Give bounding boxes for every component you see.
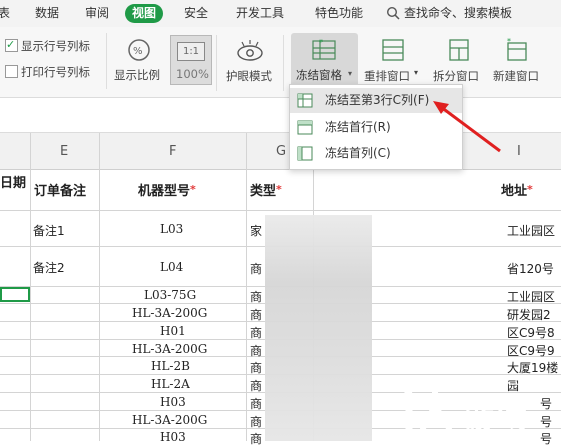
freeze-column-icon: [297, 146, 313, 161]
cell-model[interactable]: L03: [160, 222, 183, 236]
arrange-dropdown-caret-icon[interactable]: ▾: [414, 68, 418, 77]
freeze-panes-icon: *: [312, 38, 336, 60]
column-i-header[interactable]: I: [517, 144, 521, 159]
svg-text:*: *: [507, 38, 511, 46]
cell-type[interactable]: 商: [250, 288, 262, 305]
freeze-label: 冻结窗格: [296, 68, 342, 82]
annotation-arrow-icon: [433, 101, 501, 153]
cell-address[interactable]: 研发园2: [507, 306, 551, 323]
cell-type[interactable]: 商: [250, 430, 262, 447]
print-header-checkbox[interactable]: 打印行号列标: [5, 64, 90, 80]
column-g-header[interactable]: G: [276, 144, 286, 159]
grid-line: [0, 210, 561, 211]
checkbox-checked-icon[interactable]: [5, 37, 18, 53]
view-toolbar: 显示行号列标 打印行号列标 % 显示比例: [0, 27, 561, 98]
tab-review[interactable]: 审阅: [85, 4, 109, 23]
required-mark: *: [190, 183, 196, 196]
site-watermark: xiayx.com 游戏: [395, 370, 561, 441]
required-mark: *: [527, 183, 533, 196]
eye-protection-icon[interactable]: [236, 38, 264, 64]
tab-view[interactable]: 视图: [125, 4, 164, 23]
cell-type[interactable]: 商: [250, 260, 262, 277]
blurred-region: [265, 215, 372, 441]
svg-text:%: %: [133, 46, 143, 57]
toolbar-divider: [106, 33, 107, 89]
cell-model[interactable]: H01: [160, 324, 186, 338]
active-cell-selection[interactable]: [0, 287, 30, 302]
cell-model[interactable]: HL-2A: [151, 377, 190, 391]
cell-address[interactable]: 工业园区: [507, 222, 555, 239]
header-type[interactable]: 类型*: [250, 180, 282, 199]
watermark-site: xiayx.com: [479, 374, 541, 388]
tab-partial[interactable]: 表: [0, 4, 10, 23]
required-mark: *: [276, 183, 282, 196]
cell-model[interactable]: HL-3A-200G: [132, 413, 207, 427]
cell-type[interactable]: 商: [250, 342, 262, 359]
freeze-row-icon: [297, 120, 313, 135]
cell-model[interactable]: H03: [160, 395, 186, 409]
tab-security[interactable]: 安全: [184, 4, 208, 23]
header-date[interactable]: 日期: [0, 172, 26, 191]
cell-address[interactable]: 省120号: [507, 260, 554, 277]
cell-type[interactable]: 商: [250, 413, 262, 430]
new-window-icon[interactable]: *: [505, 38, 529, 62]
search-icon[interactable]: [386, 6, 400, 20]
cell-address[interactable]: 区C9号9: [507, 342, 555, 359]
cell-type[interactable]: 商: [250, 377, 262, 394]
new-window-label[interactable]: 新建窗口: [493, 68, 539, 84]
one-to-one-icon: 1:1: [177, 42, 205, 61]
cell-note[interactable]: 备注1: [33, 222, 65, 239]
dropdown-caret-icon: ▾: [348, 69, 353, 78]
cell-type[interactable]: 商: [250, 395, 262, 412]
show-zoom-label[interactable]: 显示比例: [114, 67, 160, 83]
eye-mode-label[interactable]: 护眼模式: [226, 68, 272, 84]
tab-data[interactable]: 数据: [35, 4, 59, 23]
cell-type[interactable]: 商: [250, 306, 262, 323]
toolbar-divider: [283, 35, 284, 91]
tab-developer[interactable]: 开发工具: [236, 4, 284, 23]
cell-model[interactable]: HL-2B: [151, 359, 190, 373]
cell-model[interactable]: L04: [160, 260, 183, 274]
arrange-window-label[interactable]: 重排窗口: [364, 68, 410, 84]
grid-line: [99, 133, 100, 441]
toolbar-divider: [216, 35, 217, 91]
cell-model[interactable]: H03: [160, 430, 186, 444]
split-window-icon[interactable]: [447, 38, 471, 62]
watermark-logo-icon: [399, 376, 452, 434]
cell-address[interactable]: 区C9号8: [507, 324, 555, 341]
cell-model[interactable]: HL-3A-200G: [132, 306, 207, 320]
cell-note[interactable]: 备注2: [33, 259, 65, 276]
command-search[interactable]: 查找命令、搜索模板: [404, 4, 512, 23]
grid-line: [246, 133, 247, 441]
cell-address[interactable]: 工业园区: [507, 288, 555, 305]
cell-model[interactable]: HL-3A-200G: [132, 342, 207, 356]
watermark-brand: 游戏: [465, 400, 529, 435]
svg-text:*: *: [319, 38, 323, 47]
cell-model[interactable]: L03-75G: [144, 288, 196, 302]
zoom-100-button[interactable]: 1:1 100%: [170, 35, 212, 85]
arrange-windows-icon[interactable]: [381, 38, 405, 62]
cell-type[interactable]: 商: [250, 324, 262, 341]
column-f-header[interactable]: F: [169, 144, 176, 159]
freeze-cell-icon: [297, 93, 313, 108]
zoom-ratio-icon[interactable]: %: [127, 38, 151, 62]
header-model[interactable]: 机器型号*: [138, 180, 196, 199]
cell-type[interactable]: 家: [250, 222, 262, 239]
grid-line: [30, 133, 31, 441]
tab-special[interactable]: 特色功能: [315, 4, 363, 23]
column-e-header[interactable]: E: [60, 144, 68, 159]
freeze-panes-button[interactable]: * 冻结窗格 ▾: [291, 33, 358, 87]
header-order-note[interactable]: 订单备注: [34, 180, 86, 199]
show-header-checkbox[interactable]: 显示行号列标: [5, 37, 90, 54]
cell-type[interactable]: 商: [250, 359, 262, 376]
checkbox-unchecked-icon[interactable]: [5, 65, 18, 78]
menu-bar: 表 数据 审阅 视图 安全 开发工具 特色功能 查找命令、搜索模板: [0, 0, 561, 27]
header-address[interactable]: 地址*: [501, 180, 533, 199]
split-window-label[interactable]: 拆分窗口: [433, 68, 479, 84]
zoom-value: 100%: [176, 67, 209, 81]
